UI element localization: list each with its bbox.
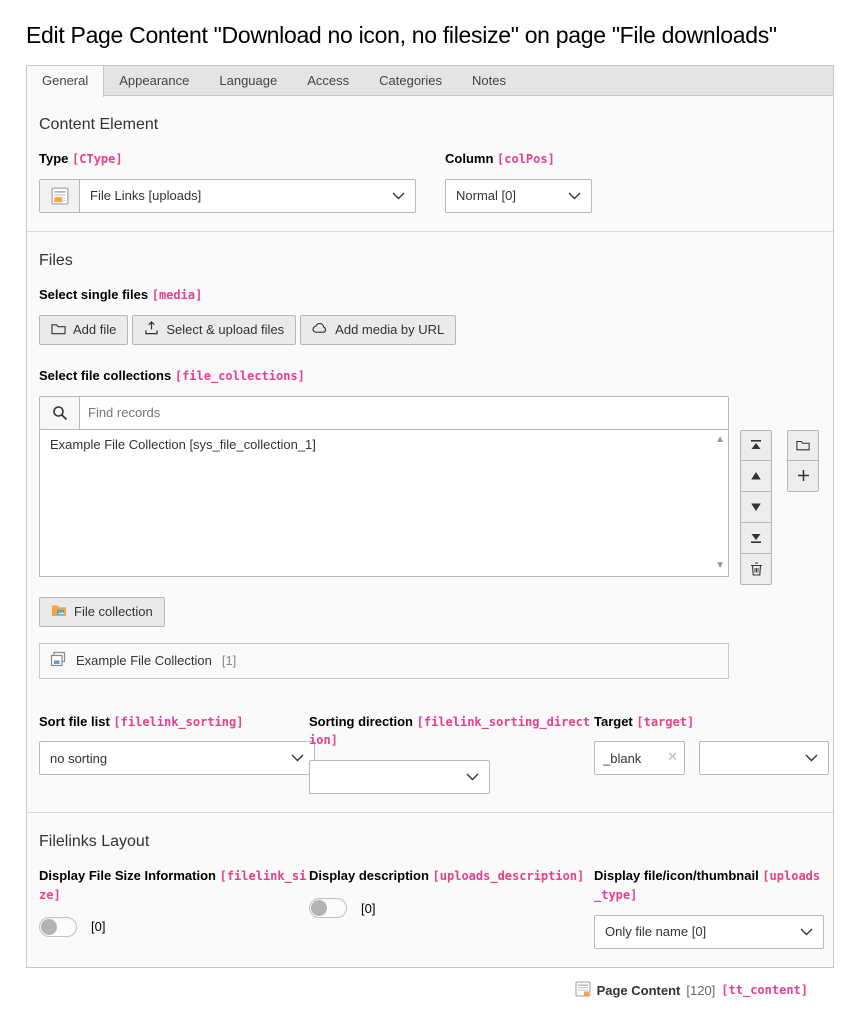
file-collections-listbox[interactable]: Example File Collection [sys_file_collec…: [39, 429, 729, 577]
content-type-icon: [39, 179, 79, 213]
direction-label: Sorting direction: [309, 714, 413, 729]
tab-appearance[interactable]: Appearance: [104, 66, 204, 95]
scroll-down-icon[interactable]: ▼: [715, 561, 725, 571]
file-size-toggle[interactable]: [39, 917, 77, 937]
record-table-code: [tt_content]: [721, 983, 808, 997]
tab-notes[interactable]: Notes: [457, 66, 521, 95]
clear-icon[interactable]: ✕: [667, 750, 678, 763]
file-collections-code: [file_collections]: [175, 369, 305, 383]
file-collections-label: Select file collections: [39, 368, 171, 383]
listbox-option[interactable]: Example File Collection [sys_file_collec…: [40, 430, 728, 454]
field-uploads-type: Display file/icon/thumbnail [uploads_typ…: [594, 867, 824, 949]
add-media-by-url-button[interactable]: Add media by URL: [300, 315, 456, 345]
sorting-code: [filelink_sorting]: [113, 715, 243, 729]
uploads-type-select[interactable]: Only file name [0]: [594, 915, 824, 949]
colpos-select[interactable]: Normal [0]: [445, 179, 592, 213]
new-file-collection-button[interactable]: File collection: [39, 597, 165, 627]
page-content-icon: [575, 981, 591, 1000]
media-label: Select single files: [39, 287, 148, 302]
chevron-down-icon: [568, 192, 581, 200]
collection-stack-icon: [50, 651, 66, 670]
target-select[interactable]: [699, 741, 829, 775]
field-uploads-description: Display description [uploads_description…: [309, 867, 594, 949]
file-collection-icon: [51, 604, 67, 620]
section-filelinks-layout: Filelinks Layout Display File Size Infor…: [27, 812, 833, 967]
section-heading: Content Element: [39, 116, 821, 134]
add-file-button[interactable]: Add file: [39, 315, 128, 345]
move-down-button[interactable]: [740, 492, 772, 523]
display-type-label: Display file/icon/thumbnail: [594, 868, 759, 883]
cloud-icon: [312, 322, 328, 337]
tab-access[interactable]: Access: [292, 66, 364, 95]
move-to-bottom-button[interactable]: [740, 523, 772, 554]
field-colpos: Column [colPos] Normal [0]: [445, 150, 821, 213]
tab-categories[interactable]: Categories: [364, 66, 457, 95]
record-table-title: Page Content: [597, 983, 681, 998]
collection-count: [1]: [222, 653, 236, 668]
field-filelink-sorting: Sort file list [filelink_sorting] no sor…: [39, 713, 309, 795]
chevron-down-icon: [392, 192, 405, 200]
sorting-label: Sort file list: [39, 714, 110, 729]
target-code: [target]: [636, 715, 694, 729]
section-heading: Filelinks Layout: [39, 833, 821, 851]
scroll-up-icon[interactable]: ▲: [715, 435, 725, 445]
edit-form-panel: General Appearance Language Access Categ…: [26, 65, 834, 968]
ctype-code: [CType]: [72, 152, 123, 166]
section-content-element: Content Element Type [CType] File Links …: [27, 96, 833, 231]
tab-language[interactable]: Language: [204, 66, 292, 95]
chevron-down-icon: [466, 773, 479, 781]
section-heading: Files: [39, 252, 821, 270]
filelink-sorting-select[interactable]: no sorting: [39, 741, 315, 775]
field-filelink-size: Display File Size Information [filelink_…: [39, 867, 309, 949]
field-ctype: Type [CType] File Links [uploads]: [39, 150, 416, 213]
tab-general[interactable]: General: [27, 66, 104, 97]
file-collection-reference-item[interactable]: Example File Collection [1]: [39, 643, 729, 679]
description-label: Display description: [309, 868, 429, 883]
form-tabbar: General Appearance Language Access Categ…: [27, 66, 833, 96]
description-state: [0]: [361, 901, 375, 916]
file-size-label: Display File Size Information: [39, 868, 216, 883]
field-target: Target [target] ✕: [594, 713, 829, 795]
delete-icon[interactable]: [740, 554, 772, 585]
ctype-select[interactable]: File Links [uploads]: [79, 179, 416, 213]
description-toggle[interactable]: [309, 898, 347, 918]
field-sorting-direction: Sorting direction [filelink_sorting_dire…: [309, 713, 594, 795]
section-files: Files Select single files [media] Add fi…: [27, 231, 833, 812]
chevron-down-icon: [805, 754, 818, 762]
browse-folder-button[interactable]: [787, 430, 819, 461]
find-records-input[interactable]: [79, 396, 729, 430]
collection-title: Example File Collection: [76, 653, 212, 668]
record-uid: [120]: [686, 983, 715, 998]
chevron-down-icon: [291, 754, 304, 762]
move-to-top-button[interactable]: [740, 430, 772, 461]
media-code: [media]: [152, 288, 203, 302]
add-record-button[interactable]: [787, 461, 819, 492]
description-code: [uploads_description]: [433, 869, 585, 883]
move-up-button[interactable]: [740, 461, 772, 492]
upload-icon: [144, 321, 159, 338]
record-footer: Page Content [120] [tt_content]: [26, 981, 808, 1000]
target-label: Target: [594, 714, 633, 729]
file-size-state: [0]: [91, 919, 105, 934]
colpos-label: Column: [445, 151, 493, 166]
search-icon: [39, 396, 79, 430]
folder-icon: [51, 322, 66, 338]
sorting-direction-select[interactable]: [309, 760, 490, 794]
colpos-code: [colPos]: [497, 152, 555, 166]
ctype-label: Type: [39, 151, 68, 166]
select-upload-files-button[interactable]: Select & upload files: [132, 315, 296, 345]
chevron-down-icon: [800, 928, 813, 936]
page-title: Edit Page Content "Download no icon, no …: [26, 22, 834, 49]
